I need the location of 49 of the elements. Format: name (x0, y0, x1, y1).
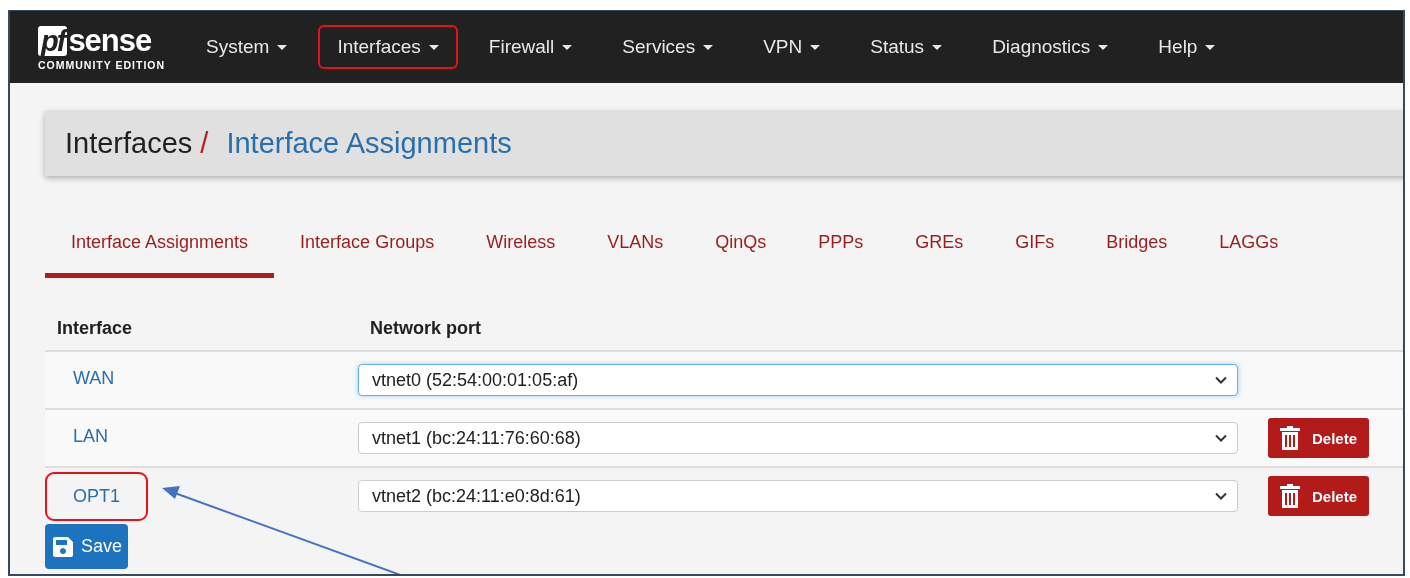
logo-name: sense (68, 25, 152, 56)
port-select[interactable]: vtnet2 (bc:24:11:e0:8d:61) (358, 480, 1238, 512)
chevron-down-icon (1215, 434, 1227, 442)
nav-menu-item[interactable]: Services (603, 25, 733, 69)
tab[interactable]: Interface Groups (274, 218, 461, 278)
tab[interactable]: GIFs (989, 218, 1081, 278)
breadcrumb-parent[interactable]: Interfaces (65, 127, 193, 160)
chevron-down-icon (1215, 376, 1227, 384)
caret-icon (810, 44, 821, 50)
caret-icon (1098, 44, 1109, 50)
caret-icon (562, 44, 573, 50)
page-title: Interface Assignments (226, 127, 512, 160)
caret-icon (932, 44, 943, 50)
save-icon (53, 536, 73, 557)
interface-link[interactable]: OPT1 (45, 472, 148, 521)
caret-icon (703, 44, 714, 50)
tab[interactable]: Wireless (460, 218, 582, 278)
tab[interactable]: LAGGs (1193, 218, 1305, 278)
tab[interactable]: Interface Assignments (45, 218, 275, 278)
caret-icon (428, 44, 439, 50)
trash-icon (1280, 426, 1300, 450)
tab[interactable]: VLANs (581, 218, 690, 278)
tab[interactable]: QinQs (689, 218, 793, 278)
logo-edition: COMMUNITY EDITION (38, 58, 166, 71)
breadcrumb-separator: / (200, 127, 209, 160)
nav-menu-item[interactable]: System (187, 25, 307, 69)
tab[interactable]: Bridges (1080, 218, 1194, 278)
logo-mark: pf (38, 25, 68, 56)
nav-menu-item[interactable]: Interfaces (318, 25, 458, 69)
nav-menu-item[interactable]: Status (851, 25, 962, 69)
column-header: Interface (56, 317, 134, 339)
nav-menu-item[interactable]: Help (1139, 25, 1235, 69)
caret-icon (277, 44, 288, 50)
chevron-down-icon (1215, 492, 1227, 500)
trash-icon (1280, 484, 1300, 508)
nav-menu-item[interactable]: Diagnostics (973, 25, 1128, 69)
interface-link[interactable]: LAN (45, 414, 136, 463)
delete-button[interactable]: Delete (1268, 418, 1370, 458)
tab[interactable]: PPPs (792, 218, 890, 278)
delete-button[interactable]: Delete (1268, 476, 1370, 516)
port-select[interactable]: vtnet0 (52:54:00:01:05:af) (358, 364, 1238, 396)
nav-menu-item[interactable]: VPN (744, 25, 840, 69)
nav-menu-item[interactable]: Firewall (469, 25, 592, 69)
interface-link[interactable]: WAN (45, 356, 143, 405)
column-header: Network port (369, 317, 482, 339)
save-button[interactable]: Save (45, 524, 129, 569)
tab[interactable]: GREs (889, 218, 990, 278)
port-select[interactable]: vtnet1 (bc:24:11:76:60:68) (358, 422, 1238, 454)
caret-icon (1205, 44, 1216, 50)
